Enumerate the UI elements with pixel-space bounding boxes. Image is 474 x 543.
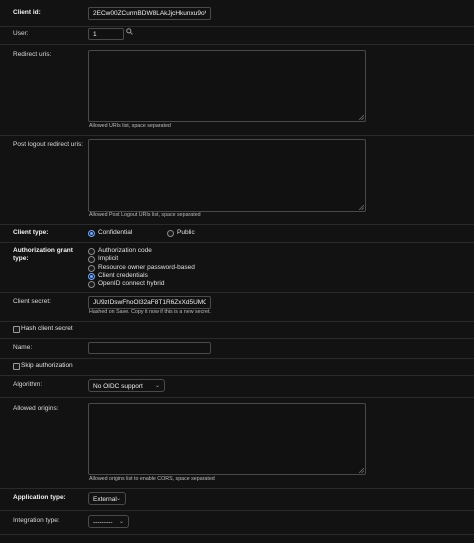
integration-type-label: Integration type: bbox=[13, 517, 60, 524]
radio-dot[interactable] bbox=[88, 281, 95, 288]
redirect-uris-label: Redirect uris: bbox=[13, 51, 52, 58]
client-secret-input[interactable] bbox=[88, 296, 211, 309]
chevron-down-icon: ⌄ bbox=[118, 519, 124, 525]
client-type-label: Client type: bbox=[13, 229, 49, 236]
client-id-input[interactable] bbox=[88, 7, 211, 20]
client-secret-label: Client secret: bbox=[13, 298, 51, 305]
radio-dot[interactable] bbox=[167, 230, 174, 237]
radio-client-credentials-label: Client credentials bbox=[98, 272, 148, 279]
hash-secret-row: Hash client secret bbox=[0, 321, 474, 339]
search-icon[interactable] bbox=[126, 28, 133, 35]
resize-handle-icon[interactable] bbox=[359, 205, 364, 210]
skip-auth-checkbox[interactable] bbox=[13, 363, 20, 370]
client-type-row: Client type: Confidential Public bbox=[0, 224, 474, 243]
post-logout-textarea[interactable] bbox=[88, 139, 366, 212]
client-id-row: Client id: bbox=[0, 0, 474, 27]
algorithm-row: Algorithm: No OIDC support ⌄ bbox=[0, 375, 474, 398]
user-input[interactable] bbox=[88, 28, 124, 40]
radio-confidential-label: Confidential bbox=[98, 229, 133, 236]
hash-secret-checkbox[interactable] bbox=[13, 326, 20, 333]
user-label: User: bbox=[13, 30, 29, 37]
algorithm-value: No OIDC support bbox=[93, 383, 143, 390]
resize-handle-icon[interactable] bbox=[359, 468, 364, 473]
post-logout-help: Allowed Post Logout URIs list, space sep… bbox=[89, 212, 201, 218]
client-id-label: Client id: bbox=[13, 9, 41, 16]
integration-type-value: --------- bbox=[93, 519, 113, 526]
chevron-down-icon: ⌄ bbox=[154, 383, 160, 389]
name-label: Name: bbox=[13, 344, 33, 351]
radio-dot[interactable] bbox=[88, 248, 95, 255]
user-row: User: bbox=[0, 26, 474, 45]
application-type-row: Application type: External ⌄ bbox=[0, 488, 474, 511]
radio-dot[interactable] bbox=[88, 265, 95, 272]
redirect-uris-help: Allowed URIs list, space separated bbox=[89, 123, 171, 129]
grant-type-row: Authorization grant type: Authorization … bbox=[0, 242, 474, 293]
grant-type-label-line1: Authorization grant bbox=[13, 247, 73, 254]
client-secret-help: Hashed on Save. Copy it now if this is a… bbox=[89, 309, 211, 315]
application-type-value: External bbox=[93, 496, 117, 503]
grant-type-label-line2: type: bbox=[13, 255, 29, 262]
redirect-uris-row: Redirect uris: Allowed URIs list, space … bbox=[0, 44, 474, 136]
radio-dot[interactable] bbox=[88, 273, 95, 280]
redirect-uris-textarea[interactable] bbox=[88, 50, 366, 122]
allowed-origins-help: Allowed origins list to enable CORS, spa… bbox=[89, 476, 215, 482]
hash-secret-label: Hash client secret bbox=[21, 325, 73, 332]
application-type-select[interactable]: External ⌄ bbox=[88, 492, 126, 505]
radio-dot[interactable] bbox=[88, 230, 95, 237]
algorithm-select[interactable]: No OIDC support ⌄ bbox=[88, 379, 165, 392]
radio-authorization-code-label: Authorization code bbox=[98, 247, 152, 254]
grant-type-label: Authorization grant type: bbox=[13, 247, 73, 263]
radio-openid-hybrid-label: OpenID connect hybrid bbox=[98, 280, 165, 287]
radio-implicit-label: Implicit bbox=[98, 255, 119, 262]
radio-public-label: Public bbox=[177, 229, 195, 236]
allowed-origins-row: Allowed origins: Allowed origins list to… bbox=[0, 397, 474, 489]
radio-dot[interactable] bbox=[88, 256, 95, 263]
post-logout-label: Post logout redirect uris: bbox=[13, 141, 84, 148]
post-logout-row: Post logout redirect uris: Allowed Post … bbox=[0, 135, 474, 225]
resize-handle-icon[interactable] bbox=[359, 115, 364, 120]
name-row: Name: bbox=[0, 338, 474, 359]
client-secret-row: Client secret: Hashed on Save. Copy it n… bbox=[0, 292, 474, 322]
radio-password-label: Resource owner password-based bbox=[98, 264, 195, 271]
integration-type-select[interactable]: --------- ⌄ bbox=[88, 515, 129, 528]
chevron-down-icon: ⌄ bbox=[115, 496, 121, 502]
allowed-origins-textarea[interactable] bbox=[88, 403, 366, 475]
skip-auth-label: Skip authorization bbox=[21, 362, 73, 369]
integration-type-row: Integration type: --------- ⌄ bbox=[0, 510, 474, 535]
allowed-origins-label: Allowed origins: bbox=[13, 405, 59, 412]
name-input[interactable] bbox=[88, 342, 211, 354]
algorithm-label: Algorithm: bbox=[13, 381, 43, 388]
application-type-label: Application type: bbox=[13, 494, 66, 501]
skip-auth-row: Skip authorization bbox=[0, 358, 474, 376]
